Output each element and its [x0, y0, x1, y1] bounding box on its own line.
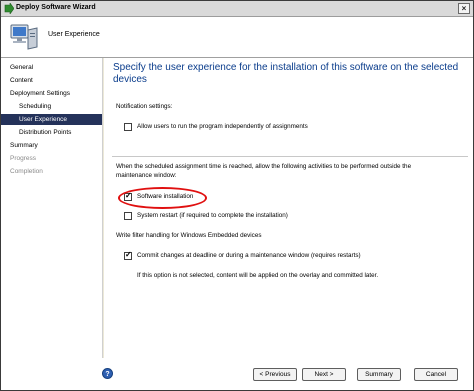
wizard-header: User Experience — [1, 17, 473, 58]
next-button[interactable]: Next > — [302, 368, 346, 381]
cancel-button[interactable]: Cancel — [414, 368, 458, 381]
sidebar-item-distribution-points[interactable]: Distribution Points — [1, 127, 102, 138]
notification-settings-label: Notification settings: — [116, 103, 173, 110]
sidebar-item-scheduling[interactable]: Scheduling — [1, 101, 102, 112]
allow-users-checkbox[interactable] — [124, 123, 132, 131]
highlight-annotation — [118, 187, 207, 209]
window-title: Deploy Software Wizard — [16, 4, 96, 11]
wizard-footer: ? < Previous Next > Summary Cancel — [1, 358, 473, 390]
commit-changes-label[interactable]: Commit changes at deadline or during a m… — [137, 252, 361, 260]
sidebar-item-content[interactable]: Content — [1, 75, 102, 86]
allow-users-label[interactable]: Allow users to run the program independe… — [137, 123, 308, 131]
write-filter-label: Write filter handling for Windows Embedd… — [116, 232, 262, 239]
title-bar: Deploy Software Wizard × — [1, 1, 473, 17]
wizard-window: Deploy Software Wizard × User Experience… — [0, 0, 474, 391]
system-restart-label[interactable]: System restart (if required to complete … — [137, 212, 288, 220]
wizard-sidebar: General Content Deployment Settings Sche… — [1, 58, 103, 358]
sidebar-item-user-experience[interactable]: User Experience — [1, 114, 102, 125]
page-heading: Specify the user experience for the inst… — [113, 62, 459, 85]
system-restart-checkbox[interactable] — [124, 212, 132, 220]
summary-button[interactable]: Summary — [357, 368, 401, 381]
check-icon: ✓ — [125, 250, 132, 259]
commit-changes-checkbox[interactable]: ✓ — [124, 250, 132, 260]
wizard-app-icon — [4, 3, 14, 14]
computer-icon — [10, 24, 38, 50]
sidebar-item-completion: Completion — [10, 168, 43, 175]
sidebar-item-general[interactable]: General — [1, 62, 102, 73]
commit-note-text: If this option is not selected, content … — [137, 272, 379, 279]
sidebar-item-summary[interactable]: Summary — [1, 140, 102, 151]
maintenance-window-text: When the scheduled assignment time is re… — [116, 163, 412, 179]
previous-button[interactable]: < Previous — [253, 368, 297, 381]
sidebar-item-deployment-settings[interactable]: Deployment Settings — [1, 88, 102, 99]
separator — [112, 156, 468, 157]
close-button[interactable]: × — [458, 3, 470, 14]
step-title: User Experience — [48, 31, 100, 38]
help-icon[interactable]: ? — [102, 368, 113, 379]
sidebar-item-progress: Progress — [10, 155, 37, 162]
